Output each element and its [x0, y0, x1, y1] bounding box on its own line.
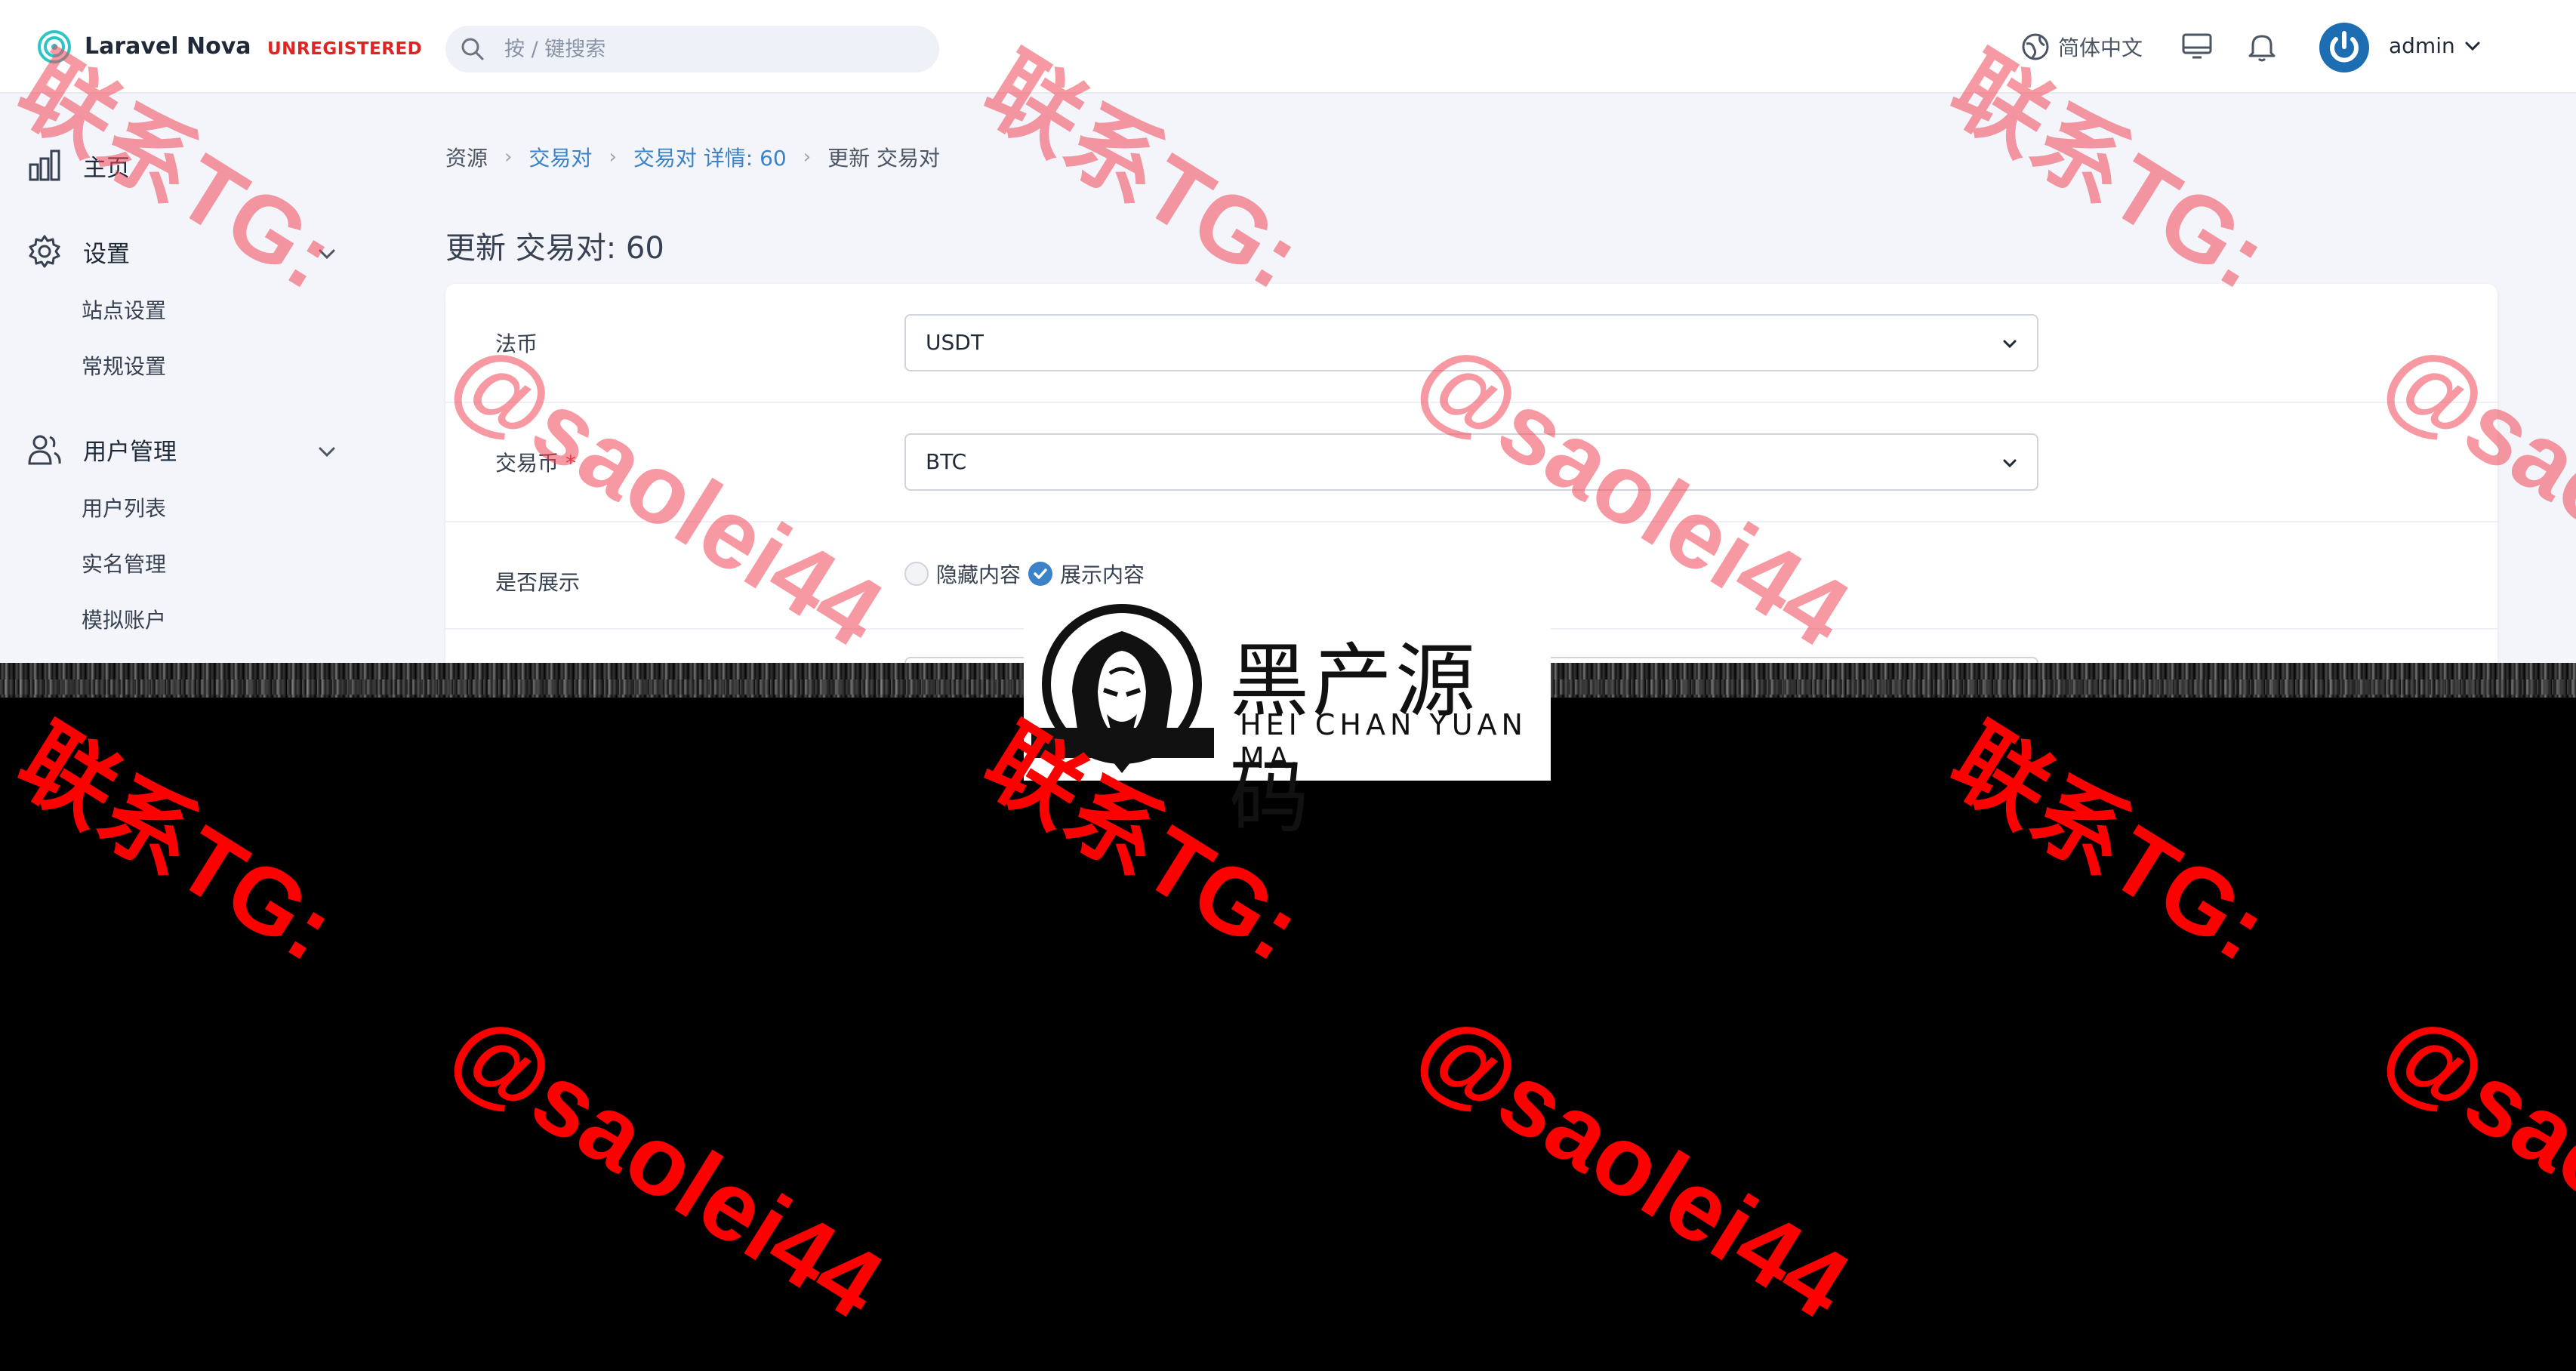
chevron-right-icon: › [803, 146, 812, 168]
sidebar-item-demo-accounts[interactable]: 模拟账户 [82, 604, 166, 634]
watermark-text: 联系TG: [1934, 707, 2285, 981]
check-icon [1034, 568, 1047, 579]
sidebar-group-settings[interactable]: 设置 [27, 234, 130, 269]
radio-hide-label[interactable]: 隐藏内容 [936, 559, 1021, 589]
sidebar-item-general-settings[interactable]: 常规设置 [82, 350, 166, 380]
breadcrumb-trading-pairs[interactable]: 交易对 [528, 142, 592, 172]
chevron-right-icon: › [609, 146, 617, 168]
watermark-text: 联系TG: [1, 707, 352, 981]
top-navigation-bar: Laravel Nova UNREGISTERED 简体中文 [0, 0, 2576, 94]
chevron-down-icon[interactable] [316, 441, 338, 464]
user-menu[interactable]: admin [2389, 33, 2482, 58]
sidebar-group-users[interactable]: 用户管理 [27, 432, 177, 467]
username: admin [2389, 33, 2455, 58]
sidebar-item-site-settings[interactable]: 站点设置 [82, 294, 166, 325]
display-radio-group: 隐藏内容 展示内容 [904, 559, 1145, 589]
radio-show[interactable] [1028, 562, 1053, 586]
license-badge: UNREGISTERED [267, 39, 423, 59]
chevron-right-icon: › [504, 146, 513, 168]
radio-hide[interactable] [904, 562, 929, 586]
global-search[interactable] [445, 26, 939, 72]
power-icon [2330, 31, 2359, 63]
search-icon [461, 38, 484, 60]
breadcrumb-current: 更新 交易对 [827, 146, 941, 171]
app-window: Laravel Nova UNREGISTERED 简体中文 [0, 0, 2576, 664]
chevron-down-icon [2003, 340, 2017, 349]
sidebar-item-verification[interactable]: 实名管理 [82, 548, 166, 578]
gear-icon [29, 235, 60, 268]
breadcrumb-pair-detail[interactable]: 交易对 详情: 60 [633, 142, 787, 172]
watermark-text: @saolei44 [2365, 990, 2576, 1340]
watermark-text: @saolei44 [1399, 990, 1868, 1340]
radio-show-label[interactable]: 展示内容 [1060, 559, 1145, 589]
users-icon [28, 435, 61, 465]
sidebar-group-label: 设置 [83, 240, 130, 268]
sidebar-group-label: 用户管理 [83, 438, 177, 466]
monitor-icon[interactable] [2180, 30, 2214, 63]
search-input[interactable] [504, 32, 912, 66]
fiat-selected-value: USDT [926, 330, 984, 355]
bell-icon[interactable] [2245, 30, 2279, 63]
avatar[interactable] [2319, 23, 2369, 72]
watermark-brand-en: HEI CHAN YUAN MA [1240, 708, 1527, 775]
display-label: 是否展示 [495, 570, 581, 595]
sidebar-item-user-list[interactable]: 用户列表 [82, 492, 166, 522]
breadcrumb-resources[interactable]: 资源 [445, 142, 488, 172]
watermark-text: @saolei44 [433, 990, 901, 1340]
chevron-down-icon [2003, 459, 2017, 468]
page-title: 更新 交易对: 60 [445, 231, 664, 266]
trade-coin-selected-value: BTC [926, 449, 967, 474]
chevron-down-icon [2465, 42, 2480, 51]
breadcrumb: 资源 › 交易对 › 交易对 详情: 60 › 更新 交易对 [445, 142, 940, 172]
